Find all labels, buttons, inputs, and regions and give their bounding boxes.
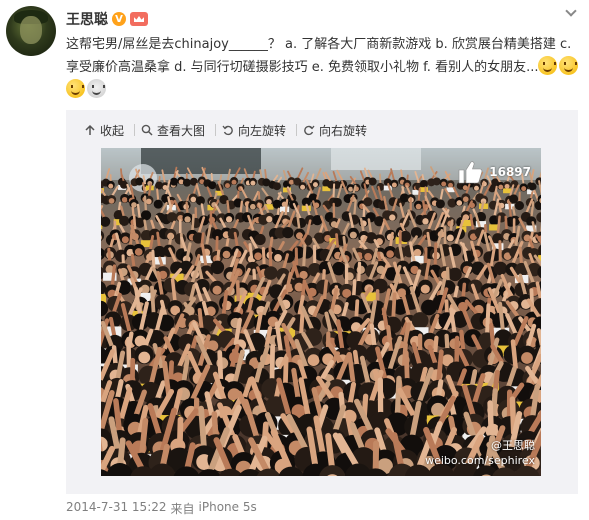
vip-crown-icon[interactable] bbox=[130, 12, 148, 26]
rotate-right-icon bbox=[304, 125, 315, 136]
thumbs-up-icon bbox=[458, 161, 483, 184]
like-counter: 16897 bbox=[457, 160, 531, 184]
media-toolbar: 收起 查看大图 向左旋转 向右旋转 bbox=[66, 110, 578, 150]
image-watermark: @王思聪 weibo.com/sephirex bbox=[425, 438, 535, 468]
crowd-photo-image bbox=[101, 148, 541, 476]
username[interactable]: 王思聪 bbox=[66, 9, 108, 29]
verified-icon[interactable]: V bbox=[112, 12, 126, 26]
smile-emoji-icon bbox=[66, 79, 85, 98]
avatar[interactable] bbox=[6, 6, 56, 56]
post-source[interactable]: iPhone 5s bbox=[199, 500, 257, 517]
collapse-label: 收起 bbox=[100, 123, 125, 138]
watermark-url: weibo.com/sephirex bbox=[425, 454, 535, 467]
chevron-down-icon[interactable] bbox=[565, 6, 579, 18]
media-viewer: 收起 查看大图 向左旋转 向右旋转 16897 @王思聪 weibo.com/s… bbox=[66, 110, 578, 494]
avatar-face bbox=[20, 16, 42, 44]
rotate-left-icon bbox=[222, 125, 233, 136]
post-timestamp[interactable]: 2014-7-31 15:22 bbox=[66, 500, 167, 517]
view-large-button[interactable]: 查看大图 bbox=[135, 122, 211, 139]
magnifier-icon bbox=[141, 124, 153, 136]
smile-emoji-icon bbox=[538, 56, 558, 75]
rotate-right-label: 向右旋转 bbox=[319, 123, 368, 138]
rotate-left-label: 向左旋转 bbox=[238, 123, 287, 138]
bear-emoji-icon bbox=[87, 79, 106, 98]
user-header: 王思聪 V bbox=[66, 9, 148, 29]
view-large-label: 查看大图 bbox=[157, 123, 206, 138]
collapse-icon bbox=[85, 124, 95, 135]
watermark-user: @王思聪 bbox=[491, 439, 535, 452]
post-meta: 2014-7-31 15:22 来自 iPhone 5s bbox=[66, 500, 257, 517]
rotate-right-button[interactable]: 向右旋转 bbox=[297, 122, 373, 139]
post-body: 这帮宅男/屌丝是去chinajoy______？ a. 了解各大厂商新款游戏 b… bbox=[66, 37, 572, 75]
smile-emoji-icon bbox=[559, 56, 579, 75]
from-label: 来自 bbox=[170, 502, 195, 516]
post-text: 这帮宅男/屌丝是去chinajoy______？ a. 了解各大厂商新款游戏 b… bbox=[66, 34, 582, 102]
like-count: 16897 bbox=[489, 165, 531, 179]
rotate-left-button[interactable]: 向左旋转 bbox=[216, 122, 292, 139]
post-photo[interactable]: 16897 @王思聪 weibo.com/sephirex bbox=[101, 148, 541, 476]
collapse-button[interactable]: 收起 bbox=[78, 122, 130, 139]
